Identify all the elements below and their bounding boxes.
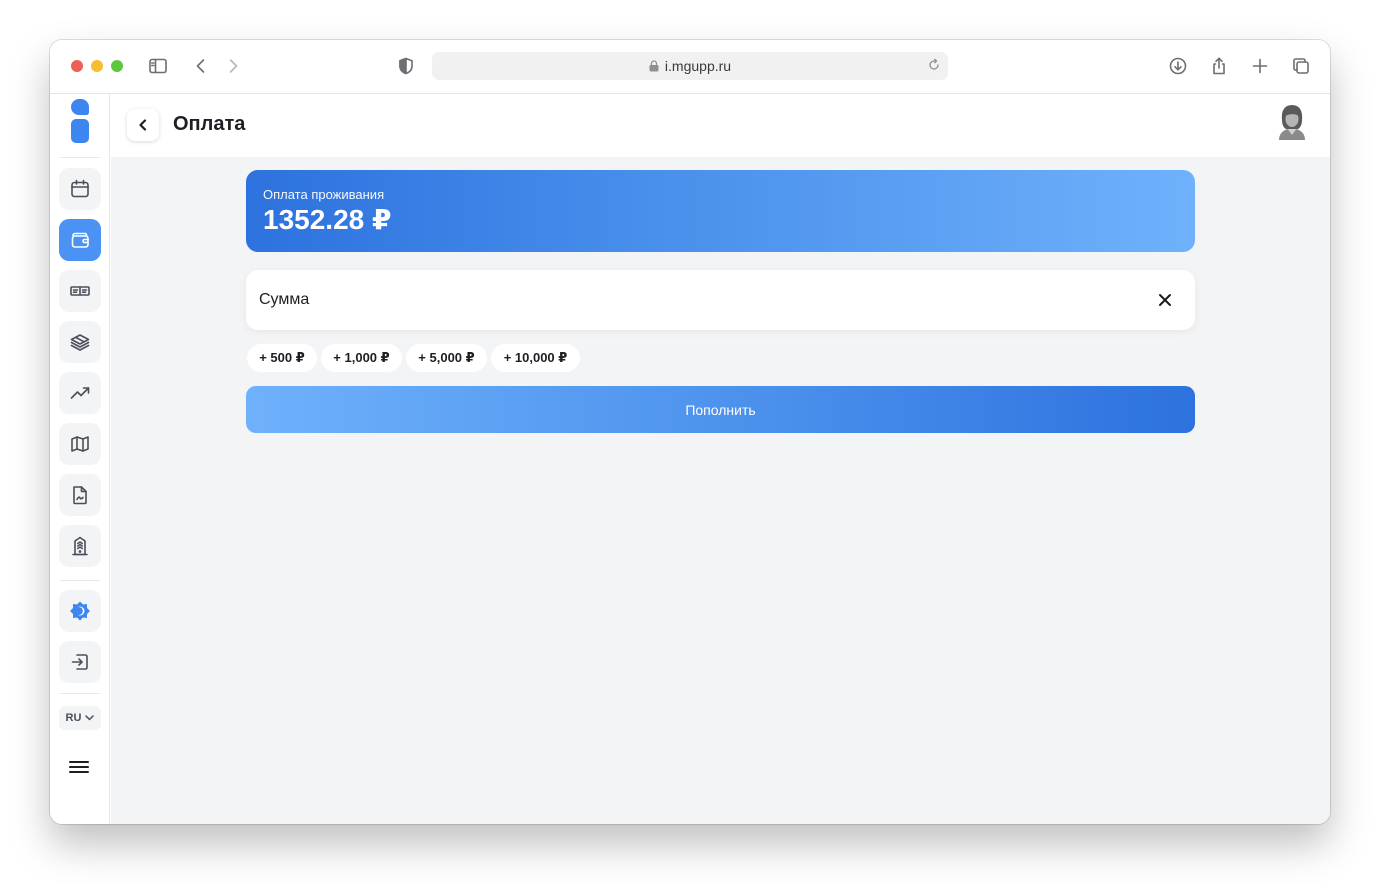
- document-icon: [73, 486, 87, 505]
- new-tab-icon[interactable]: [1249, 55, 1271, 77]
- balance-label: Оплата проживания: [263, 187, 385, 202]
- language-selector[interactable]: RU: [59, 706, 101, 730]
- divider: [60, 693, 100, 694]
- forward-arrow-icon[interactable]: [222, 55, 244, 77]
- language-label: RU: [65, 712, 82, 724]
- amount-placeholder: Сумма: [259, 291, 310, 308]
- shield-icon[interactable]: [395, 55, 417, 77]
- maximize-window-button[interactable]: [111, 60, 123, 72]
- lock-icon: [649, 60, 659, 72]
- quick-amount-5000-button[interactable]: + 5,000 ₽: [406, 344, 487, 372]
- building-icon: [72, 536, 88, 556]
- app-sidebar: RU: [50, 94, 110, 824]
- minimize-window-button[interactable]: [91, 60, 103, 72]
- logout-icon: [71, 654, 88, 670]
- logout-button[interactable]: [59, 641, 101, 683]
- sidebar-toggle-icon[interactable]: [147, 55, 169, 77]
- calendar-icon: [71, 179, 89, 198]
- nav-map-button[interactable]: [59, 423, 101, 465]
- quick-amount-10000-button[interactable]: + 10,000 ₽: [491, 344, 580, 372]
- nav-schedule-button[interactable]: [59, 168, 101, 210]
- top-up-button[interactable]: Пополнить: [246, 386, 1195, 433]
- divider: [60, 157, 100, 158]
- theme-toggle-button[interactable]: [59, 590, 101, 632]
- close-icon: [1159, 294, 1171, 306]
- nav-progress-button[interactable]: [59, 372, 101, 414]
- download-icon[interactable]: [1167, 55, 1189, 77]
- main-content: Оплата Оплата проживания 1352.28 ₽ Сумма…: [111, 94, 1330, 824]
- tab-overview-icon[interactable]: [1290, 55, 1312, 77]
- page-header: Оплата: [111, 94, 1330, 157]
- quick-amount-500-button[interactable]: + 500 ₽: [247, 344, 317, 372]
- nav-layers-button[interactable]: [59, 321, 101, 363]
- wallet-icon: [71, 232, 89, 248]
- menu-icon[interactable]: [69, 758, 91, 776]
- divider: [60, 580, 100, 581]
- back-button[interactable]: [127, 109, 159, 141]
- balance-value: 1352.28 ₽: [263, 204, 392, 235]
- page-title: Оплата: [173, 113, 246, 135]
- browser-toolbar: i.mgupp.ru: [50, 40, 1330, 94]
- amount-input[interactable]: Сумма: [246, 270, 1195, 330]
- ticket-icon: [70, 286, 90, 296]
- back-arrow-icon[interactable]: [190, 55, 212, 77]
- chevron-down-icon: [85, 715, 95, 721]
- layers-icon: [70, 334, 90, 351]
- nav-documents-button[interactable]: [59, 474, 101, 516]
- reload-icon[interactable]: [926, 57, 942, 73]
- balance-card: Оплата проживания 1352.28 ₽: [246, 170, 1195, 252]
- quick-amount-1000-button[interactable]: + 1,000 ₽: [321, 344, 402, 372]
- chevron-left-icon: [139, 119, 147, 131]
- nav-payment-button[interactable]: [59, 219, 101, 261]
- trending-up-icon: [70, 387, 90, 399]
- address-bar[interactable]: i.mgupp.ru: [432, 52, 948, 80]
- app-logo[interactable]: [71, 99, 89, 143]
- url-text: i.mgupp.ru: [664, 58, 732, 74]
- map-icon: [71, 436, 89, 452]
- nav-dormitory-button[interactable]: [59, 525, 101, 567]
- browser-window: i.mgupp.ru RU Оплата Оплата проживания 1…: [50, 40, 1330, 824]
- avatar[interactable]: [1276, 104, 1308, 140]
- close-window-button[interactable]: [71, 60, 83, 72]
- share-icon[interactable]: [1208, 55, 1230, 77]
- theme-icon: [70, 601, 90, 621]
- nav-tickets-button[interactable]: [59, 270, 101, 312]
- clear-amount-button[interactable]: [1157, 292, 1173, 308]
